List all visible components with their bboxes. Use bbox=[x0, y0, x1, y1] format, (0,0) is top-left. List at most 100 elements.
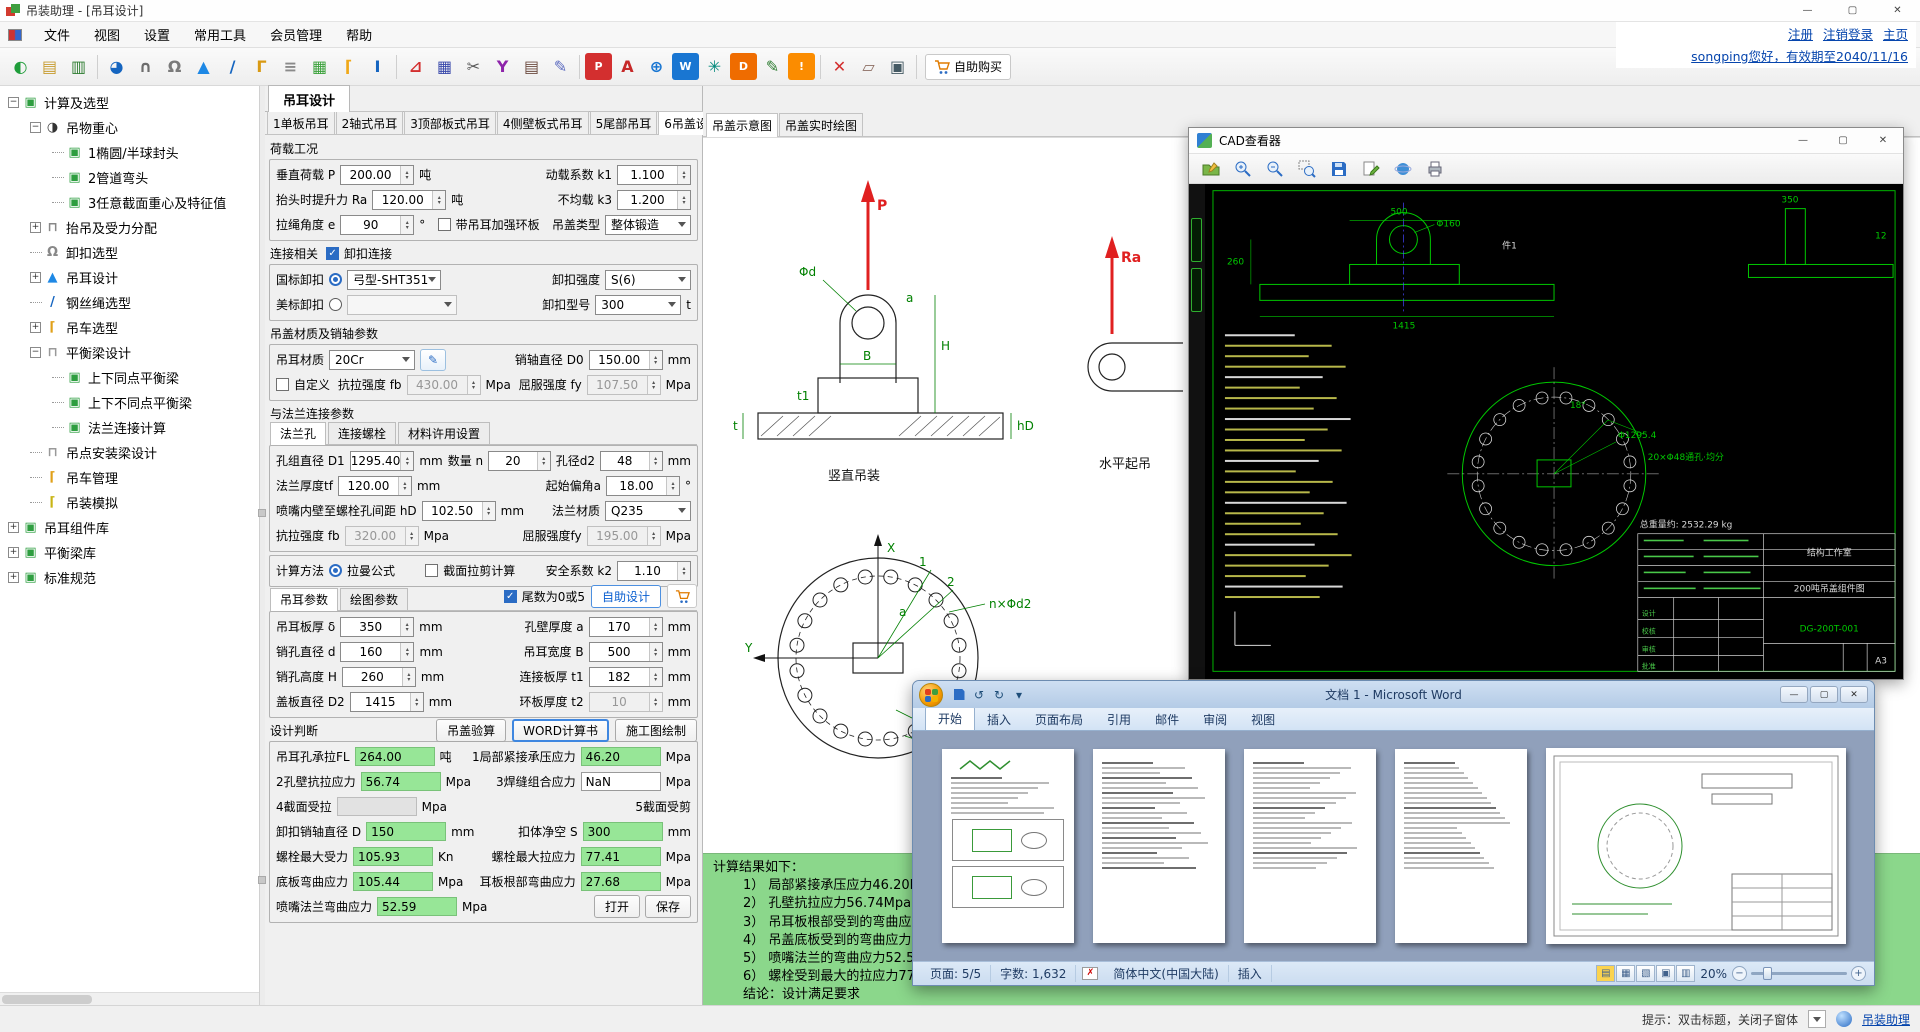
raman-formula-radio[interactable]: 拉曼公式 bbox=[329, 562, 395, 579]
tree-item[interactable]: ⌈ 吊车管理 bbox=[0, 465, 259, 490]
subtab-2[interactable]: 2轴式吊耳 bbox=[335, 111, 404, 134]
cover-check-button[interactable]: 吊盖验算 bbox=[436, 719, 507, 742]
crane-select-icon[interactable]: Γ bbox=[248, 53, 275, 80]
menu-会员管理[interactable]: 会员管理 bbox=[258, 25, 334, 48]
subtab-4[interactable]: 4侧壁板式吊耳 bbox=[496, 111, 589, 134]
cad-maximize-icon[interactable]: ▢ bbox=[1823, 128, 1863, 153]
flange-tensile-input[interactable]: 320.00 ▴ ▾ bbox=[344, 525, 419, 546]
word-page-thumbnail[interactable] bbox=[1394, 749, 1527, 943]
flange-material-select[interactable]: Q235 bbox=[605, 500, 691, 521]
uneven-load-input[interactable]: 1.200 ▴ ▾ bbox=[617, 189, 691, 210]
view-full-screen-icon[interactable]: ▦ bbox=[1616, 965, 1636, 982]
vertical-load-input[interactable]: 200.00 ▴ ▾ bbox=[340, 164, 415, 185]
tree-expander-icon[interactable]: + bbox=[8, 572, 19, 583]
calculator-icon[interactable]: ▦ bbox=[431, 53, 458, 80]
site-plan-icon[interactable]: ▦ bbox=[306, 53, 333, 80]
cad-print-icon[interactable] bbox=[1423, 157, 1447, 181]
form-tab[interactable]: 绘图参数 bbox=[340, 588, 409, 610]
open-button[interactable]: 打开 bbox=[593, 895, 640, 918]
new-icon[interactable]: ◐ bbox=[7, 53, 34, 80]
nozzle-bolt-distance-input[interactable]: 102.50 ▴ ▾ bbox=[421, 500, 496, 521]
tree-item[interactable]: ⌈ 吊装模拟 bbox=[0, 490, 259, 515]
start-angle-input[interactable]: 18.00 ▴ ▾ bbox=[606, 475, 680, 496]
hole-circle-diameter-input[interactable]: 1295.40 ▴ ▾ bbox=[349, 450, 415, 471]
cad-save-icon[interactable] bbox=[1327, 157, 1351, 181]
report-book-icon[interactable]: ▤ bbox=[518, 53, 545, 80]
subtab-5[interactable]: 5尾部吊耳 bbox=[589, 111, 658, 134]
account-greeting-link[interactable]: songping您好，有效期至2040/11/16 bbox=[1691, 49, 1908, 64]
signature-pen-icon[interactable]: ✎ bbox=[547, 53, 574, 80]
section-shear-checkbox[interactable]: 截面拉剪计算 bbox=[425, 562, 515, 579]
rope-angle-input[interactable]: 90 ▴ ▾ bbox=[340, 214, 415, 235]
menu-视图[interactable]: 视图 bbox=[82, 25, 132, 48]
tree-scrollbar-thumb[interactable] bbox=[2, 995, 92, 1004]
molecule-icon[interactable]: ✳ bbox=[701, 53, 728, 80]
self-purchase-button[interactable]: 自助购买 bbox=[925, 53, 1012, 80]
tree-expander-icon[interactable]: − bbox=[30, 122, 41, 133]
tree-expander-icon[interactable]: + bbox=[8, 522, 19, 533]
status-dropdown-icon[interactable] bbox=[1807, 1010, 1826, 1028]
preview-tab-1[interactable]: 吊盖示意图 bbox=[706, 113, 779, 137]
open-icon[interactable]: ▤ bbox=[36, 53, 63, 80]
spreader-beam-icon[interactable]: ≡ bbox=[277, 53, 304, 80]
shackle-connect-checkbox[interactable]: ✓ 卸扣连接 bbox=[326, 245, 392, 262]
tree-horizontal-scrollbar[interactable] bbox=[0, 992, 259, 1005]
gb-shackle-type-select[interactable]: 弓型-SHT351 bbox=[347, 269, 442, 290]
view-outline-icon[interactable]: ▣ bbox=[1656, 965, 1676, 982]
shackle-model-select[interactable]: 300 bbox=[595, 294, 682, 315]
word-zoom-level[interactable]: 20% bbox=[1700, 967, 1727, 981]
tree-item[interactable]: + ⊓ 抬吊及受力分配 bbox=[0, 215, 259, 240]
shackle-grade-select[interactable]: S(6) bbox=[605, 269, 691, 290]
zoom-in-icon[interactable]: + bbox=[1851, 966, 1866, 981]
lug-material-select[interactable]: 20Cr bbox=[329, 349, 416, 370]
menu-帮助[interactable]: 帮助 bbox=[334, 25, 384, 48]
form-tab[interactable]: 材料许用设置 bbox=[398, 422, 491, 444]
pin-hole-diameter-input[interactable]: 160 ▴ ▾ bbox=[340, 641, 415, 662]
form-tab[interactable]: 法兰孔 bbox=[270, 422, 327, 445]
pin-diameter-input[interactable]: 150.00 ▴ ▾ bbox=[588, 349, 663, 370]
close-red-icon[interactable]: ✕ bbox=[826, 53, 853, 80]
round-to-5-checkbox[interactable]: ✓ 尾数为0或5 bbox=[503, 588, 585, 605]
font-color-icon[interactable]: A bbox=[614, 53, 641, 80]
word-page-thumbnail-drawing[interactable] bbox=[1545, 748, 1846, 944]
us-shackle-radio[interactable] bbox=[329, 298, 343, 311]
form-tab[interactable]: 连接螺栓 bbox=[328, 422, 397, 444]
word-close-icon[interactable]: ✕ bbox=[1840, 686, 1868, 703]
cad-open-icon[interactable] bbox=[1199, 157, 1223, 181]
eraser-icon[interactable]: ▱ bbox=[855, 53, 882, 80]
zoom-out-icon[interactable]: − bbox=[1732, 966, 1747, 981]
draw-edit-icon[interactable]: ✎ bbox=[759, 53, 786, 80]
word-word-count[interactable]: 字数: 1,632 bbox=[991, 965, 1077, 982]
subtab-3[interactable]: 3顶部板式吊耳 bbox=[404, 111, 496, 134]
cad-edit-icon[interactable] bbox=[1359, 157, 1383, 181]
alert-icon[interactable]: ! bbox=[788, 53, 815, 80]
cart-button[interactable] bbox=[667, 584, 697, 608]
word-page-indicator[interactable]: 页面: 5/5 bbox=[921, 965, 992, 982]
tree-item[interactable]: / 钢丝绳选型 bbox=[0, 290, 259, 315]
i-beam-icon[interactable]: I bbox=[364, 53, 391, 80]
cad-zoom-in-icon[interactable] bbox=[1231, 157, 1255, 181]
crane-icon[interactable]: ⌈ bbox=[335, 53, 362, 80]
form-tab[interactable]: 吊耳参数 bbox=[270, 588, 339, 611]
subtab-1[interactable]: 1单板吊耳 bbox=[267, 111, 335, 134]
word-page-thumbnail[interactable] bbox=[941, 749, 1074, 943]
word-export-icon[interactable]: W bbox=[672, 53, 699, 80]
view-draft-icon[interactable]: ▥ bbox=[1676, 965, 1696, 982]
qat-dropdown-icon[interactable]: ▾ bbox=[1011, 687, 1027, 703]
word-maximize-icon[interactable]: ▢ bbox=[1810, 686, 1838, 703]
maximize-icon[interactable]: ▢ bbox=[1830, 0, 1875, 21]
lug-width-input[interactable]: 500 ▴ ▾ bbox=[588, 641, 663, 662]
custom-material-checkbox[interactable]: 自定义 bbox=[276, 376, 330, 393]
account-link[interactable]: 主页 bbox=[1883, 27, 1908, 42]
tree-item[interactable]: + ▣ 平衡梁库 bbox=[0, 540, 259, 565]
tree-item[interactable]: − ⊓ 平衡梁设计 bbox=[0, 340, 259, 365]
us-shackle-type-select[interactable] bbox=[347, 294, 458, 315]
word-tab-5[interactable]: 邮件 bbox=[1143, 708, 1191, 730]
tree-item[interactable]: ⊓ 吊点安装梁设计 bbox=[0, 440, 259, 465]
tree-item[interactable]: − ▣ 计算及选型 bbox=[0, 90, 259, 115]
pdf-export-icon[interactable]: P bbox=[585, 53, 612, 80]
construction-drawing-button[interactable]: 施工图绘制 bbox=[614, 719, 697, 742]
word-language[interactable]: 简体中文(中国大陆) bbox=[1104, 965, 1229, 982]
wire-rope-icon[interactable]: / bbox=[219, 53, 246, 80]
tree-expander-icon[interactable]: + bbox=[8, 547, 19, 558]
